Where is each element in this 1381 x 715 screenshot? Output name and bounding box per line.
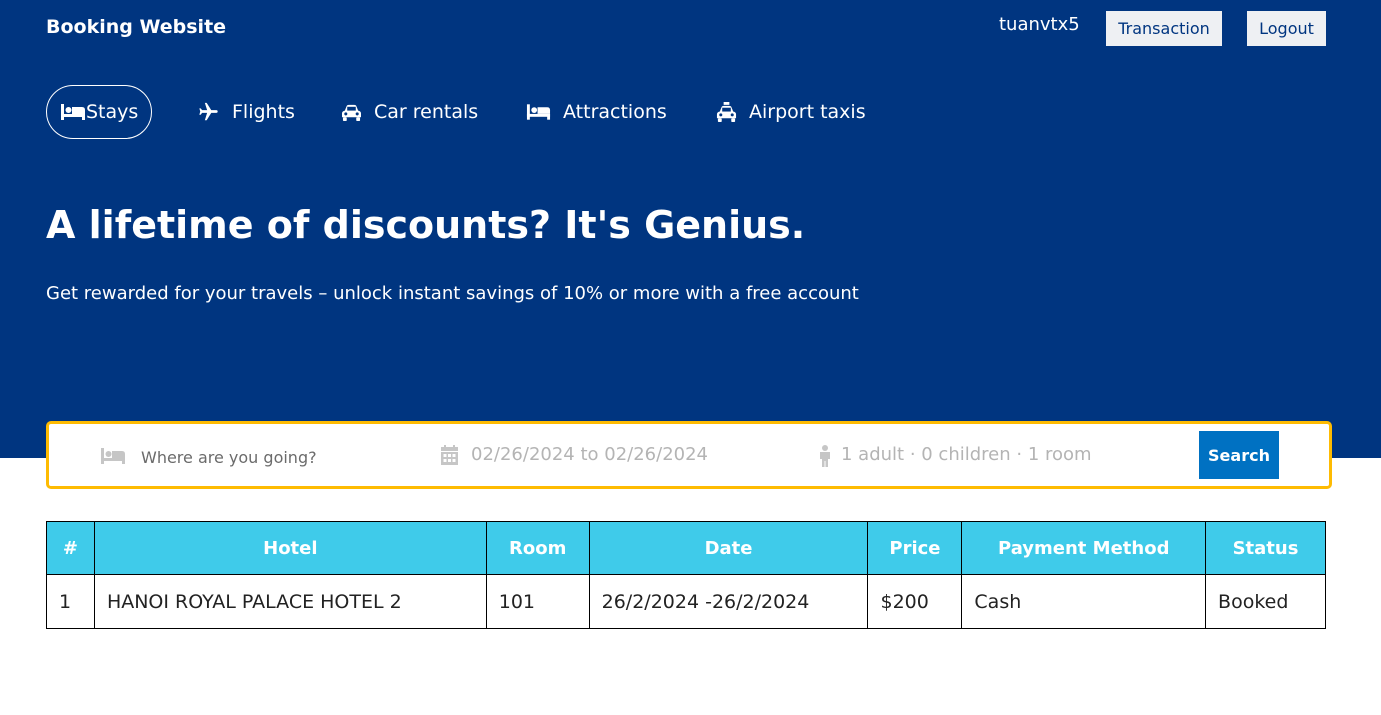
table-row: 1 HANOI ROYAL PALACE HOTEL 2 101 26/2/20…: [46, 574, 1326, 629]
col-header-status: Status: [1205, 521, 1326, 575]
bed-icon: [526, 104, 551, 120]
col-header-price: Price: [867, 521, 963, 575]
nav-item-airport-taxis[interactable]: Airport taxis: [716, 85, 866, 139]
search-button[interactable]: Search: [1199, 431, 1279, 479]
table-header-row: # Hotel Room Date Price Payment Method S…: [46, 521, 1326, 575]
logout-button[interactable]: Logout: [1247, 11, 1326, 46]
col-header-number: #: [46, 521, 95, 575]
plane-icon: [199, 102, 218, 121]
calendar-icon: [441, 445, 458, 465]
nav-label-airport-taxis: Airport taxis: [749, 101, 866, 123]
nav-label-stays: Stays: [86, 101, 139, 123]
person-icon: [820, 445, 830, 467]
nav-item-stays[interactable]: Stays: [46, 85, 153, 139]
col-header-hotel: Hotel: [93, 521, 487, 575]
header-banner: Booking Website tuanvtx5 Transaction Log…: [0, 0, 1381, 458]
hero-subtitle: Get rewarded for your travels – unlock i…: [46, 283, 859, 304]
bed-icon: [61, 104, 85, 120]
transaction-button[interactable]: Transaction: [1106, 11, 1222, 46]
col-header-payment-method: Payment Method: [961, 521, 1207, 575]
bed-icon: [101, 448, 125, 464]
search-bar: 02/26/2024 to 02/26/2024 1 adult · 0 chi…: [46, 421, 1332, 489]
cell-number: 1: [46, 574, 95, 629]
nav-label-attractions: Attractions: [563, 101, 667, 123]
nav-label-car-rentals: Car rentals: [374, 101, 479, 123]
cell-price: $200: [867, 574, 963, 629]
hero-title: A lifetime of discounts? It's Genius.: [46, 203, 806, 247]
date-range-field[interactable]: 02/26/2024 to 02/26/2024: [471, 444, 708, 465]
col-header-date: Date: [588, 521, 869, 575]
nav-item-flights[interactable]: Flights: [197, 85, 295, 139]
nav-item-car-rentals[interactable]: Car rentals: [341, 85, 478, 139]
nav-label-flights: Flights: [232, 101, 295, 123]
cell-date: 26/2/2024 -26/2/2024: [588, 574, 869, 629]
guests-field[interactable]: 1 adult · 0 children · 1 room: [841, 444, 1092, 465]
car-icon: [342, 104, 361, 121]
taxi-icon: [716, 101, 737, 122]
destination-input[interactable]: [141, 442, 421, 472]
transactions-table: # Hotel Room Date Price Payment Method S…: [46, 521, 1326, 629]
cell-status: Booked: [1205, 574, 1326, 629]
nav-item-attractions[interactable]: Attractions: [526, 85, 667, 139]
cell-room: 101: [485, 574, 590, 629]
site-logo[interactable]: Booking Website: [46, 16, 226, 38]
cell-hotel: HANOI ROYAL PALACE HOTEL 2: [93, 574, 487, 629]
col-header-room: Room: [485, 521, 590, 575]
username-label: tuanvtx5: [999, 14, 1080, 35]
cell-payment-method: Cash: [961, 574, 1207, 629]
